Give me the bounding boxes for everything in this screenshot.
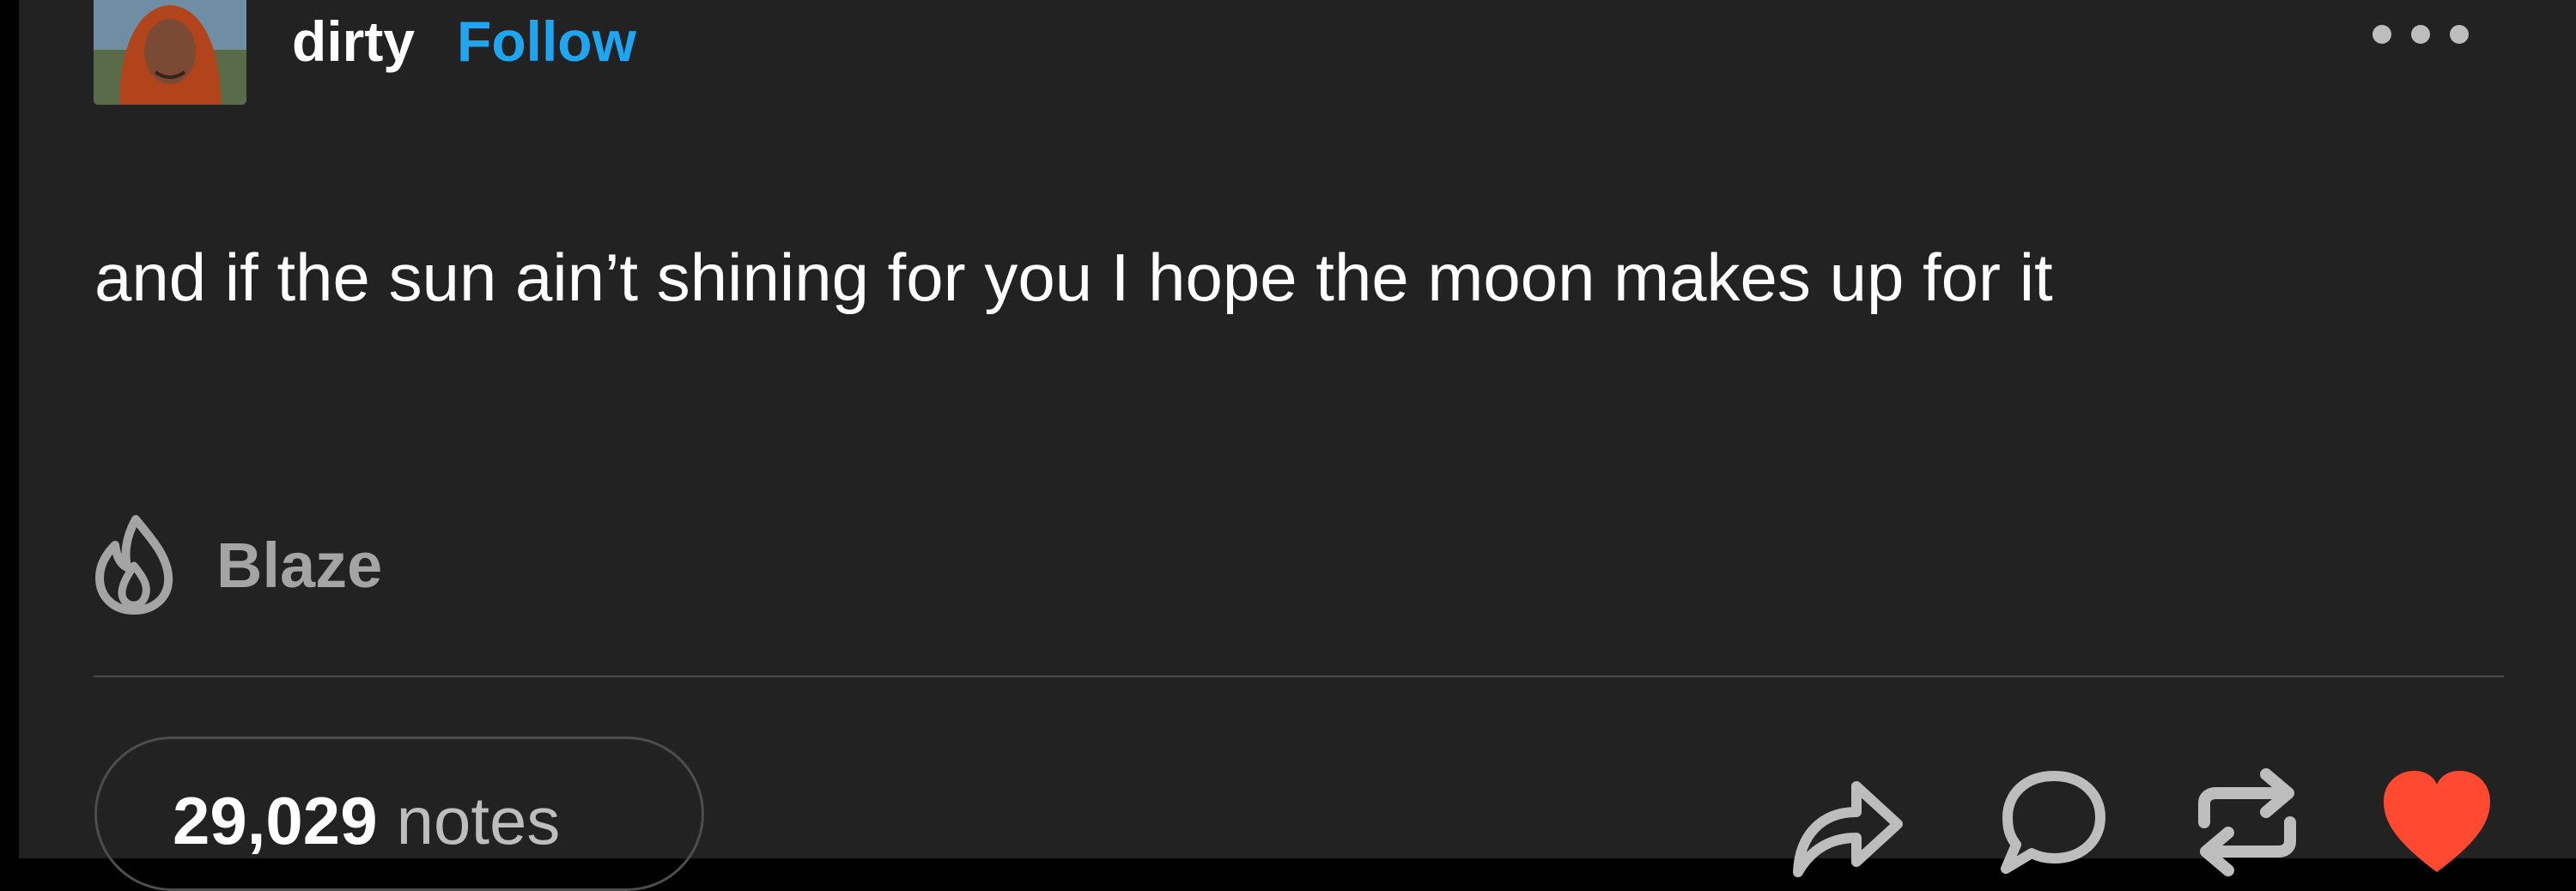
avatar[interactable]	[94, 0, 246, 105]
blaze-button[interactable]: Blaze	[91, 513, 382, 616]
post-body-text: and if the sun ain’t shining for you I h…	[94, 239, 2053, 315]
blaze-label: Blaze	[216, 529, 383, 601]
notes-button[interactable]: 29,029 notes	[94, 736, 704, 891]
more-options-icon[interactable]	[2366, 17, 2478, 52]
notes-count: 29,029	[173, 783, 378, 858]
follow-button[interactable]: Follow	[457, 0, 636, 82]
divider	[94, 676, 2504, 677]
notes-label: notes	[396, 783, 561, 858]
post-card: dirty Follow and if the sun ain’t shinin…	[19, 0, 2576, 891]
username[interactable]: dirty	[292, 0, 415, 82]
speech-bubble-icon[interactable]	[1994, 762, 2114, 882]
flame-icon	[95, 515, 173, 615]
reblog-icon[interactable]	[2187, 762, 2307, 882]
heart-icon[interactable]	[2377, 762, 2497, 882]
share-arrow-icon[interactable]	[1788, 762, 1908, 882]
